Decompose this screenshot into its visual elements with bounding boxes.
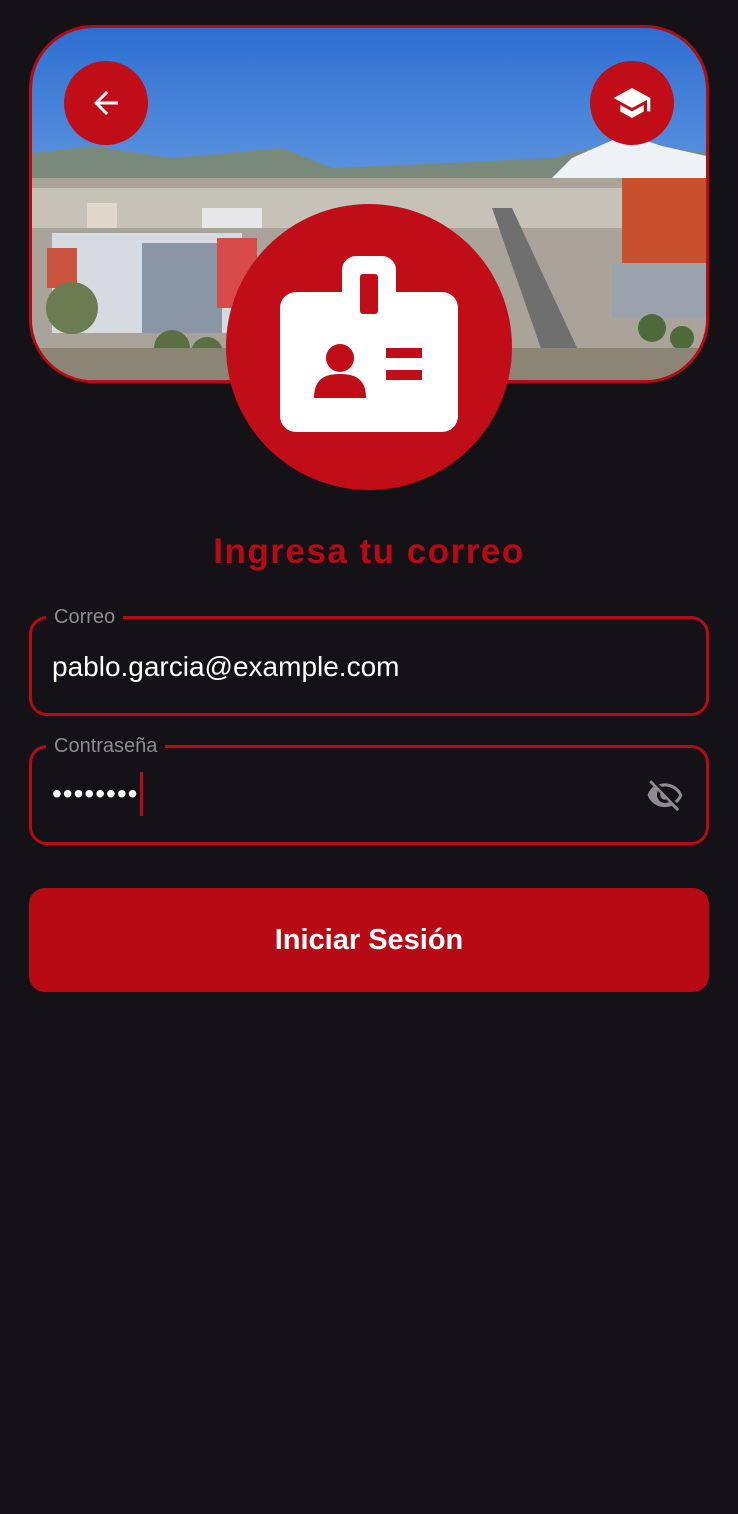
graduation-cap-icon (613, 88, 651, 118)
password-input[interactable]: •••••••• (52, 772, 144, 816)
arrow-left-icon (94, 91, 118, 115)
id-badge (226, 204, 512, 490)
email-field[interactable]: Correo pablo.garcia@example.com (29, 604, 709, 716)
password-field-label: Contraseña (46, 733, 166, 759)
eye-slash-icon[interactable] (644, 777, 686, 815)
login-button[interactable]: Iniciar Sesión (29, 888, 709, 992)
password-field[interactable]: Contraseña •••••••• (29, 733, 709, 845)
email-field-label: Correo (46, 604, 124, 630)
email-input[interactable]: pablo.garcia@example.com (52, 649, 399, 685)
id-badge-icon (280, 256, 458, 432)
back-button[interactable] (64, 61, 148, 145)
page-title: Ingresa tu correo (213, 532, 525, 571)
text-caret (140, 772, 144, 816)
password-masked-value: •••••••• (52, 778, 139, 809)
graduation-button[interactable] (590, 61, 674, 145)
